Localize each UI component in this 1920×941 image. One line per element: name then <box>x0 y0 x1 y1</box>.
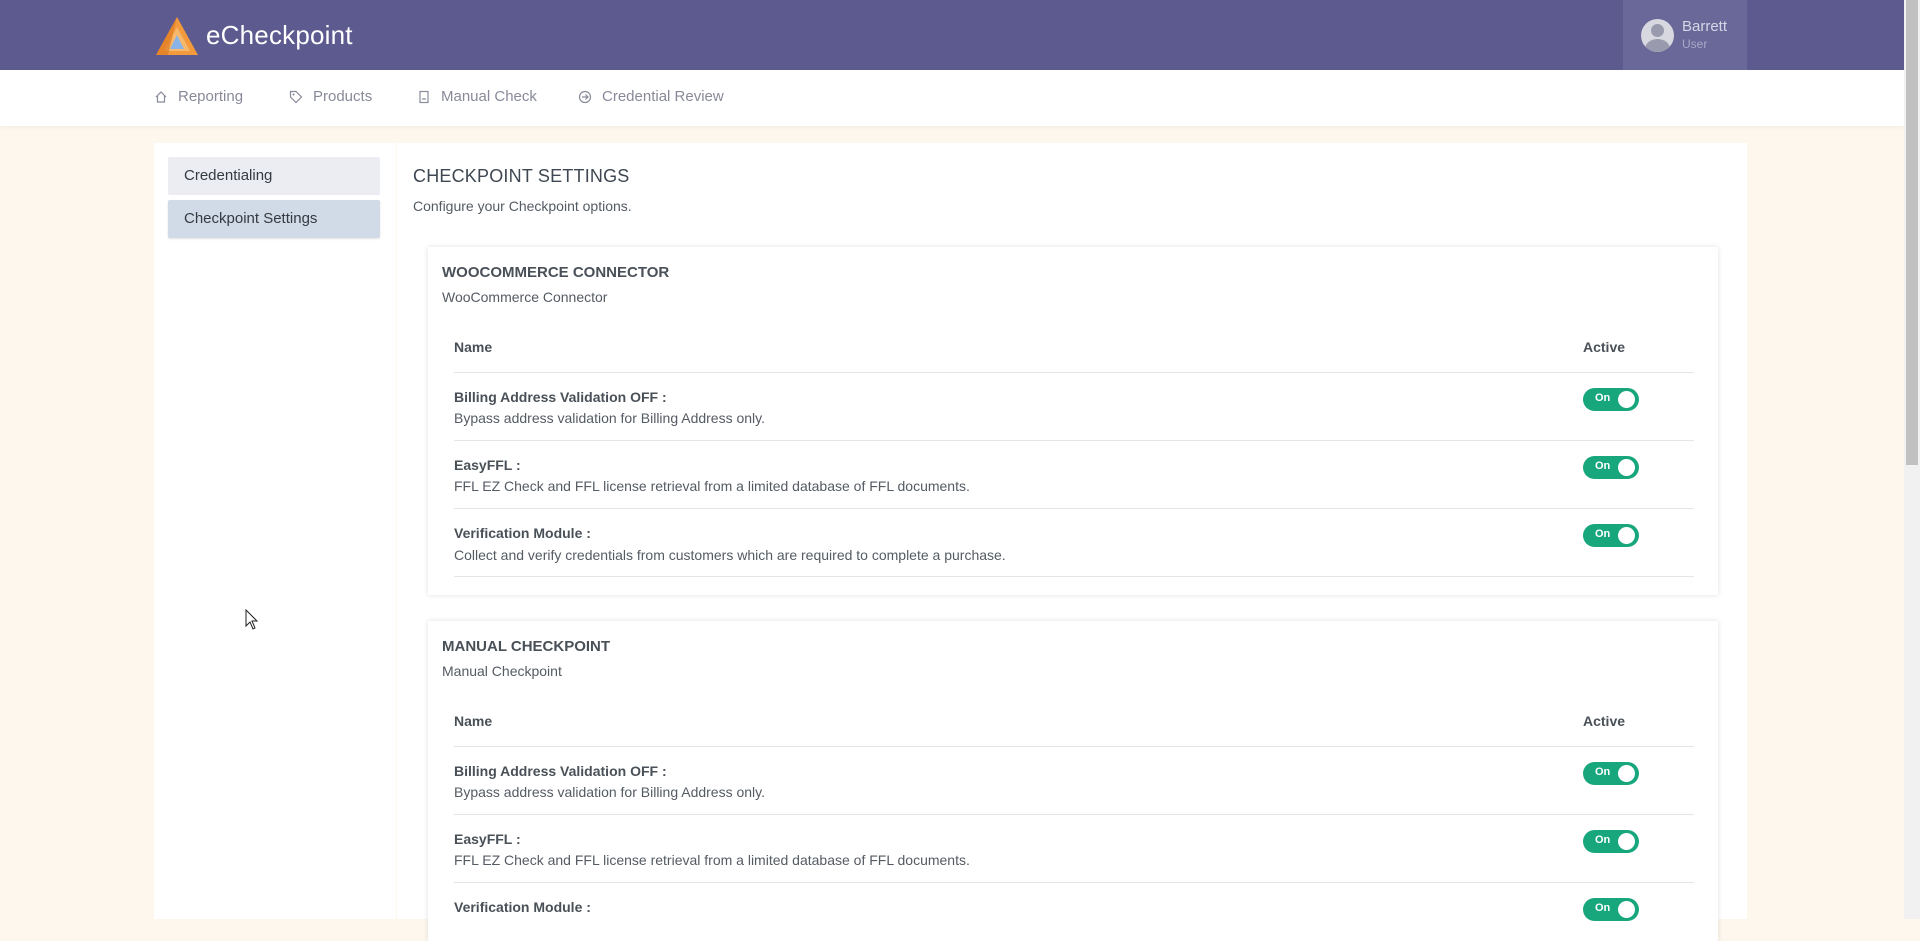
user-menu[interactable]: Barrett User <box>1623 0 1747 70</box>
toggle-label: On <box>1595 902 1611 914</box>
setting-description: Bypass address validation for Billing Ad… <box>454 784 766 800</box>
column-header-name: Name <box>454 713 493 729</box>
nav-label: Credential Review <box>602 88 724 105</box>
toggle-label: On <box>1595 460 1611 472</box>
card-subtitle: Manual Checkpoint <box>442 663 562 679</box>
column-header-active: Active <box>1583 339 1626 355</box>
setting-description: FFL EZ Check and FFL license retrieval f… <box>454 478 970 494</box>
top-header: eCheckpoint Barrett User <box>0 0 1904 70</box>
toggle-label: On <box>1595 392 1611 404</box>
manual-checkpoint-card: MANUAL CHECKPOINT Manual Checkpoint Name… <box>428 621 1718 941</box>
page-subtitle: Configure your Checkpoint options. <box>413 198 632 214</box>
settings-sidebar: Credentialing Checkpoint Settings <box>154 143 396 919</box>
mouse-cursor-icon <box>245 609 259 630</box>
setting-title: Billing Address Validation OFF : <box>454 763 667 779</box>
nav-label: Manual Check <box>441 88 537 105</box>
echeckpoint-logo-icon[interactable] <box>154 15 200 57</box>
divider <box>454 576 1694 577</box>
setting-title: EasyFFL : <box>454 831 521 847</box>
billing-validation-toggle[interactable]: On <box>1583 388 1639 411</box>
nav-credential-review[interactable]: Credential Review <box>578 88 724 105</box>
nav-products[interactable]: Products <box>289 88 372 105</box>
setting-description: FFL EZ Check and FFL license retrieval f… <box>454 852 970 868</box>
card-title: MANUAL CHECKPOINT <box>442 638 611 655</box>
scrollbar-thumb[interactable] <box>1906 0 1918 465</box>
arrow-circle-icon <box>578 90 592 103</box>
divider <box>454 882 1694 883</box>
setting-title: EasyFFL : <box>454 457 521 473</box>
billing-validation-toggle[interactable]: On <box>1583 762 1639 785</box>
document-icon <box>419 90 429 103</box>
tag-icon <box>289 90 303 103</box>
toggle-label: On <box>1595 766 1611 778</box>
user-role: User <box>1682 37 1708 51</box>
setting-title: Verification Module : <box>454 899 591 915</box>
page-scrollbar[interactable] <box>1904 0 1920 919</box>
nav-label: Reporting <box>178 88 244 105</box>
column-header-name: Name <box>454 339 493 355</box>
setting-title: Billing Address Validation OFF : <box>454 389 667 405</box>
card-title: WOOCOMMERCE CONNECTOR <box>442 264 670 281</box>
main-content: CHECKPOINT SETTINGS Configure your Check… <box>397 143 1747 941</box>
nav-reporting[interactable]: Reporting <box>154 88 243 105</box>
easyffl-toggle[interactable]: On <box>1583 456 1639 479</box>
nav-label: Products <box>313 88 373 105</box>
card-subtitle: WooCommerce Connector <box>442 289 608 305</box>
woocommerce-connector-card: WOOCOMMERCE CONNECTOR WooCommerce Connec… <box>428 247 1718 595</box>
user-name: Barrett <box>1682 18 1728 35</box>
sidebar-item-credentialing[interactable]: Credentialing <box>168 157 380 195</box>
nav-manual-check[interactable]: Manual Check <box>417 88 537 105</box>
setting-description: Bypass address validation for Billing Ad… <box>454 410 766 426</box>
easyffl-toggle[interactable]: On <box>1583 830 1639 853</box>
page-title: CHECKPOINT SETTINGS <box>413 166 630 186</box>
home-icon <box>155 90 167 103</box>
avatar <box>1641 19 1674 52</box>
sidebar-item-checkpoint-settings[interactable]: Checkpoint Settings <box>168 200 380 238</box>
toggle-label: On <box>1595 834 1611 846</box>
setting-title: Verification Module : <box>454 525 591 541</box>
divider <box>454 814 1694 815</box>
setting-description: Collect and verify credentials from cust… <box>454 547 1006 563</box>
divider <box>454 440 1694 441</box>
divider <box>454 746 1694 747</box>
verification-module-toggle[interactable]: On <box>1583 524 1639 547</box>
divider <box>454 372 1694 373</box>
verification-module-toggle[interactable]: On <box>1583 898 1639 921</box>
column-header-active: Active <box>1583 713 1626 729</box>
divider <box>454 508 1694 509</box>
main-nav: Reporting Products Manual Check Credenti… <box>0 70 1904 126</box>
brand-name[interactable]: eCheckpoint <box>206 20 353 51</box>
toggle-label: On <box>1595 528 1611 540</box>
